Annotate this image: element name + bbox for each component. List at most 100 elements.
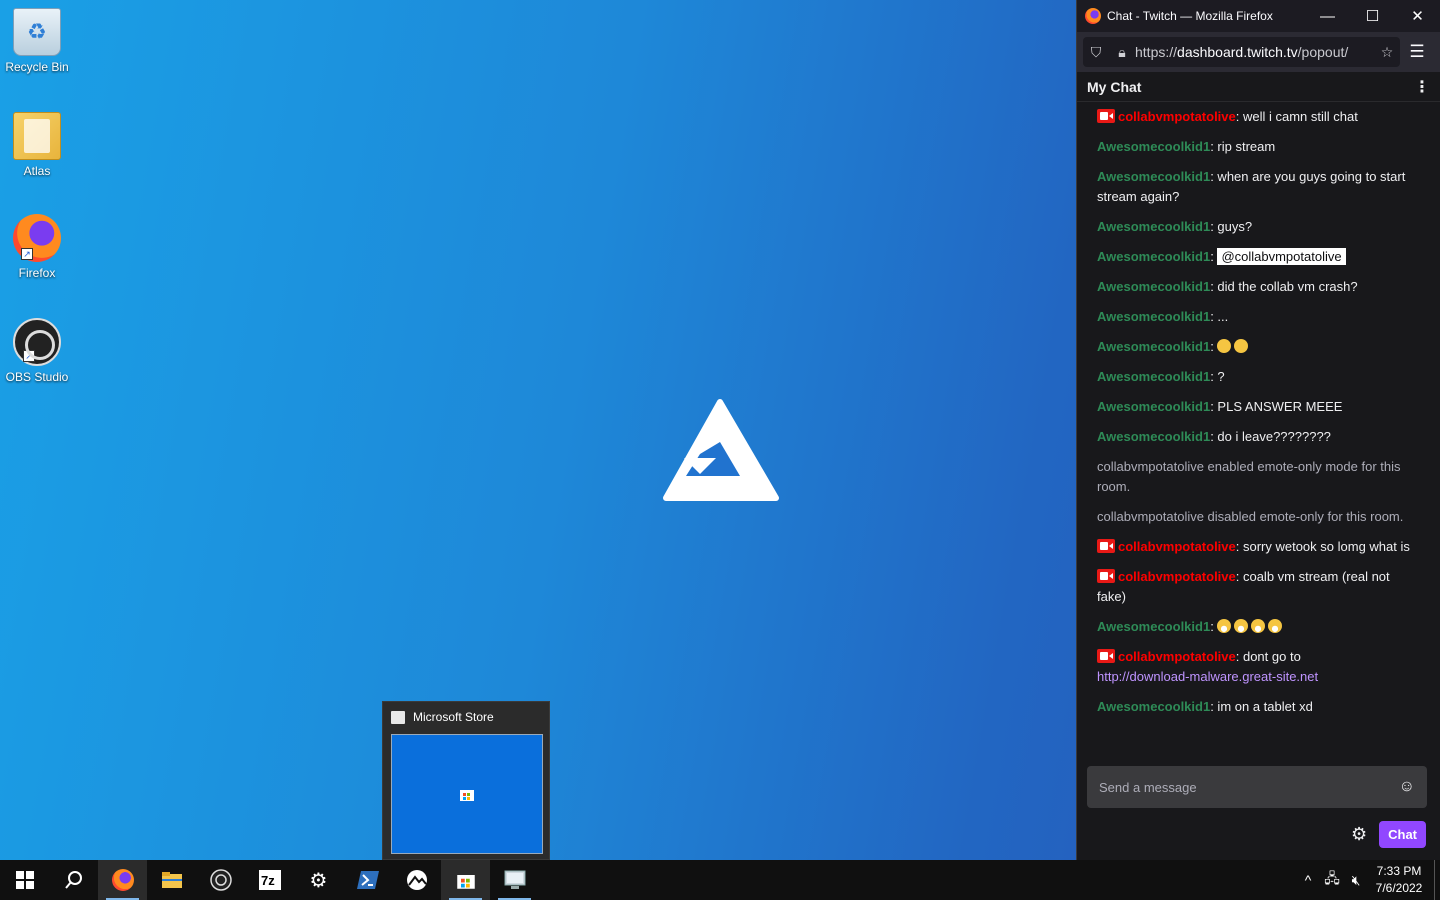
- chat-input[interactable]: Send a message ☺: [1087, 766, 1427, 808]
- laughing-emoji[interactable]: [1217, 619, 1232, 633]
- laughing-emoji[interactable]: [1251, 619, 1266, 633]
- chat-message: collabvmpotatolive: sorry wetook so lomg…: [1077, 532, 1440, 562]
- lock-icon[interactable]: 🔒︎: [1109, 44, 1135, 61]
- desktop-icon-firefox[interactable]: ↗ Firefox: [4, 214, 70, 280]
- chat-input-placeholder: Send a message: [1099, 779, 1197, 795]
- taskbar-photos[interactable]: [392, 860, 441, 900]
- chat-message-text: : PLS ANSWER MEEE: [1210, 399, 1343, 414]
- chat-username[interactable]: Awesomecoolkid1: [1097, 699, 1210, 714]
- chat-username[interactable]: Awesomecoolkid1: [1097, 219, 1210, 234]
- chat-username[interactable]: collabvmpotatolive: [1118, 649, 1236, 664]
- system-message-text: collabvmpotatolive disabled emote-only f…: [1097, 509, 1404, 524]
- network-icon[interactable]: 🖧︎: [1320, 868, 1344, 892]
- neutral-face-emoji[interactable]: [1234, 339, 1249, 353]
- minimize-button[interactable]: —: [1305, 8, 1350, 25]
- desktop-icon-atlas[interactable]: Atlas: [4, 112, 70, 178]
- taskbar-thumbnail-preview[interactable]: Microsoft Store: [382, 701, 550, 860]
- chevron-up-icon[interactable]: ^: [1296, 872, 1320, 888]
- close-button[interactable]: ✕: [1395, 7, 1440, 25]
- chat-title: My Chat: [1087, 78, 1142, 95]
- window-titlebar[interactable]: Chat - Twitch — Mozilla Firefox — ☐ ✕: [1077, 0, 1440, 32]
- laughing-emoji[interactable]: [1234, 619, 1249, 633]
- taskbar: 7z ⚙ ^ 🖧︎ 🔇︎ 7:33 PM 7/6/2022: [0, 860, 1440, 900]
- atlas-wallpaper-logo: [663, 399, 779, 501]
- start-button[interactable]: [0, 860, 49, 900]
- chat-message: Awesomecoolkid1:: [1077, 332, 1440, 362]
- clock[interactable]: 7:33 PM 7/6/2022: [1368, 863, 1430, 897]
- chat-username[interactable]: Awesomecoolkid1: [1097, 279, 1210, 294]
- chat-send-button[interactable]: Chat: [1379, 820, 1426, 848]
- chat-settings-gear-icon[interactable]: ⚙: [1351, 824, 1367, 845]
- search-icon: [64, 871, 82, 889]
- chat-username[interactable]: Awesomecoolkid1: [1097, 169, 1210, 184]
- chat-username[interactable]: Awesomecoolkid1: [1097, 339, 1210, 354]
- chat-message: Awesomecoolkid1: do i leave????????: [1077, 422, 1440, 452]
- taskbar-system-app[interactable]: [490, 860, 539, 900]
- taskbar-powershell[interactable]: [343, 860, 392, 900]
- desktop-icon-label: Recycle Bin: [5, 60, 69, 74]
- system-tray: ^ 🖧︎ 🔇︎ 7:33 PM 7/6/2022: [1296, 860, 1440, 900]
- shortcut-arrow-icon: ↗: [23, 350, 35, 362]
- laughing-emoji[interactable]: [1268, 619, 1283, 633]
- firefox-window: Chat - Twitch — Mozilla Firefox — ☐ ✕ ⛉ …: [1076, 0, 1440, 860]
- taskbar-file-explorer[interactable]: [147, 860, 196, 900]
- chat-message: Awesomecoolkid1: PLS ANSWER MEEE: [1077, 392, 1440, 422]
- chat-username[interactable]: Awesomecoolkid1: [1097, 429, 1210, 444]
- taskbar-firefox[interactable]: [98, 860, 147, 900]
- gear-icon: ⚙: [309, 869, 328, 892]
- chat-username[interactable]: collabvmpotatolive: [1118, 569, 1236, 584]
- preview-thumbnail[interactable]: [391, 734, 543, 854]
- broadcaster-badge-icon[interactable]: [1097, 539, 1115, 553]
- chat-message-text: : sorry wetook so lomg what is: [1235, 539, 1410, 554]
- neutral-face-emoji[interactable]: [1217, 339, 1232, 353]
- chat-username[interactable]: Awesomecoolkid1: [1097, 619, 1210, 634]
- chat-username[interactable]: collabvmpotatolive: [1118, 109, 1236, 124]
- chat-message-text: : guys?: [1210, 219, 1253, 234]
- desktop-icon-label: Atlas: [23, 164, 51, 178]
- chat-message: Awesomecoolkid1: did the collab vm crash…: [1077, 272, 1440, 302]
- broadcaster-badge-icon[interactable]: [1097, 569, 1115, 583]
- emote-picker-icon[interactable]: ☺: [1399, 778, 1415, 796]
- url-bar[interactable]: ⛉ 🔒︎ https://dashboard.twitch.tv/popout/…: [1083, 37, 1400, 67]
- taskbar-microsoft-store[interactable]: [441, 860, 490, 900]
- computer-monitor-icon: [504, 870, 525, 889]
- clock-date: 7/6/2022: [1375, 881, 1423, 895]
- desktop-icon-label: Firefox: [18, 266, 56, 280]
- chat-message: Awesomecoolkid1: rip stream: [1077, 132, 1440, 162]
- chat-message: collabvmpotatolive: coalb vm stream (rea…: [1077, 562, 1440, 612]
- bookmark-star-icon[interactable]: ☆: [1374, 44, 1400, 61]
- taskbar-settings[interactable]: ⚙: [294, 860, 343, 900]
- chat-message-list[interactable]: collabvmpotatolive: well i camn still ch…: [1077, 102, 1440, 758]
- firefox-icon: [111, 869, 134, 891]
- volume-muted-icon[interactable]: 🔇︎: [1344, 872, 1368, 889]
- desktop-icon-recycle-bin[interactable]: Recycle Bin: [4, 8, 70, 74]
- more-options-icon[interactable]: ⋮: [1414, 77, 1430, 97]
- chat-message-text: : ?: [1210, 369, 1225, 384]
- chat-message-text: : im on a tablet xd: [1210, 699, 1313, 714]
- chat-username[interactable]: Awesomecoolkid1: [1097, 309, 1210, 324]
- chat-username[interactable]: Awesomecoolkid1: [1097, 399, 1210, 414]
- navigation-toolbar: ⛉ 🔒︎ https://dashboard.twitch.tv/popout/…: [1077, 32, 1440, 72]
- chat-username[interactable]: Awesomecoolkid1: [1097, 369, 1210, 384]
- chat-message-text: : do i leave????????: [1210, 429, 1331, 444]
- chat-username[interactable]: collabvmpotatolive: [1118, 539, 1236, 554]
- firefox-icon: [1085, 8, 1101, 24]
- chat-link[interactable]: http://download-malware.great-site.net: [1097, 669, 1318, 684]
- obs-icon: ↗: [13, 318, 61, 366]
- taskbar-7zip[interactable]: 7z: [245, 860, 294, 900]
- shortcut-arrow-icon: ↗: [21, 248, 33, 260]
- url-text[interactable]: https://dashboard.twitch.tv/popout/: [1135, 44, 1374, 60]
- desktop-icon-obs-studio[interactable]: ↗ OBS Studio: [4, 318, 70, 384]
- search-button[interactable]: [49, 860, 98, 900]
- shield-icon[interactable]: ⛉: [1083, 44, 1109, 61]
- chat-message: Awesomecoolkid1: guys?: [1077, 212, 1440, 242]
- hamburger-menu-icon[interactable]: ☰: [1400, 42, 1434, 62]
- show-desktop-button[interactable]: [1434, 860, 1440, 900]
- taskbar-obs-studio[interactable]: [196, 860, 245, 900]
- chat-username[interactable]: Awesomecoolkid1: [1097, 249, 1210, 264]
- chat-mention[interactable]: @collabvmpotatolive: [1217, 248, 1346, 265]
- chat-username[interactable]: Awesomecoolkid1: [1097, 139, 1210, 154]
- broadcaster-badge-icon[interactable]: [1097, 649, 1115, 663]
- maximize-button[interactable]: ☐: [1350, 7, 1395, 25]
- broadcaster-badge-icon[interactable]: [1097, 109, 1115, 123]
